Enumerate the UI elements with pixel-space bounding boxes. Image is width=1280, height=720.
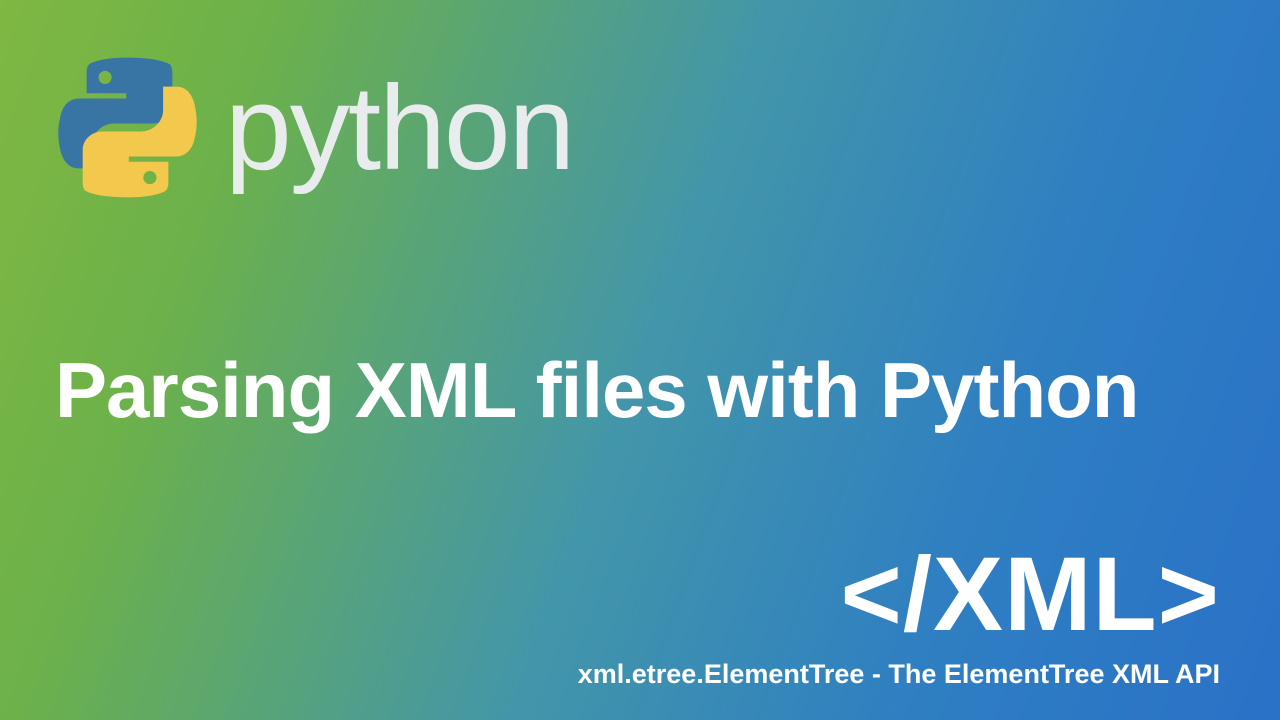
- xml-closing-tag: </XML>: [841, 535, 1220, 655]
- python-logo-icon: [55, 55, 200, 200]
- logo-area: python: [55, 55, 573, 200]
- python-wordmark: python: [225, 59, 573, 197]
- main-title: Parsing XML files with Python: [55, 345, 1225, 436]
- subtitle: xml.etree.ElementTree - The ElementTree …: [578, 659, 1220, 690]
